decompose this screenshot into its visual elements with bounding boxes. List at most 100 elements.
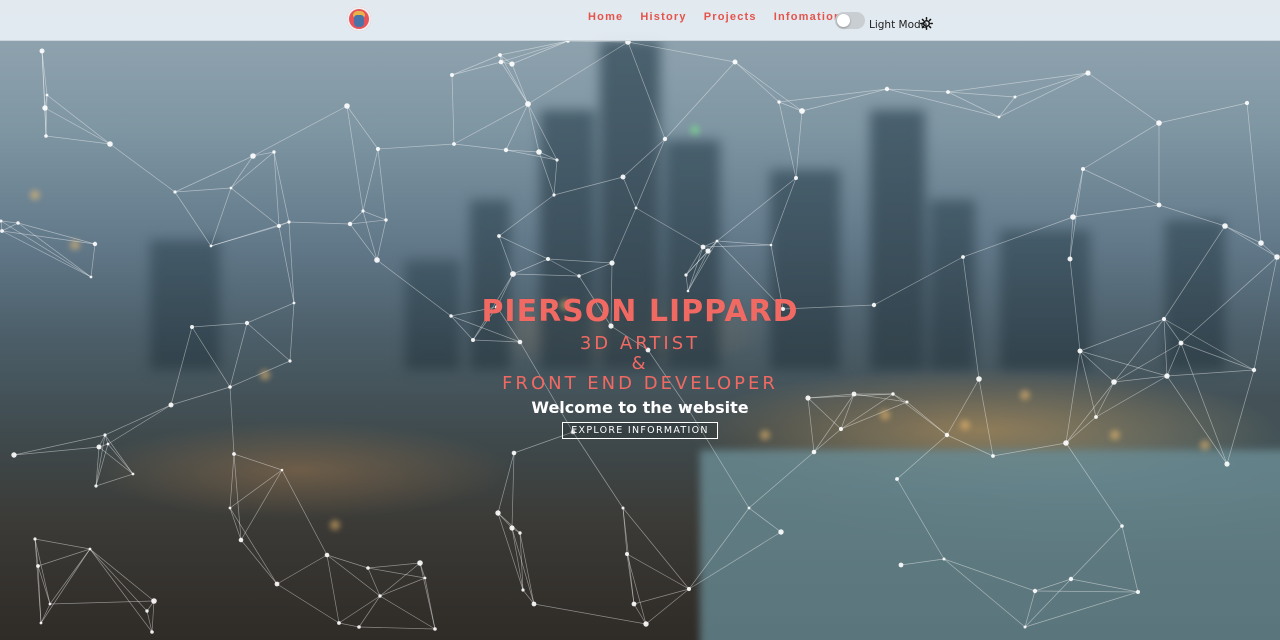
- network-link: [547, 258, 580, 277]
- network-node: [375, 146, 381, 152]
- network-link: [174, 191, 212, 247]
- network-link: [240, 539, 278, 585]
- network-node: [145, 609, 149, 613]
- network-link: [778, 101, 797, 179]
- network-link: [962, 216, 1074, 258]
- network-link: [578, 262, 613, 277]
- network-node: [173, 190, 177, 194]
- network-node: [684, 273, 688, 277]
- hero-role-ampersand: &: [631, 353, 649, 374]
- network-link: [998, 72, 1089, 118]
- network-link: [1072, 204, 1160, 218]
- network-node: [228, 506, 232, 510]
- network-node: [344, 103, 350, 109]
- network-node: [643, 621, 649, 627]
- network-link: [635, 138, 666, 209]
- network-link: [500, 40, 569, 63]
- network-node: [36, 564, 40, 568]
- nav-home-link[interactable]: Home: [588, 11, 623, 23]
- network-node: [531, 601, 537, 607]
- nav-projects-link[interactable]: Projects: [704, 11, 757, 23]
- network-link: [1087, 72, 1160, 124]
- network-link: [104, 434, 134, 475]
- network-node: [452, 142, 456, 146]
- network-node: [384, 218, 388, 222]
- network-node: [280, 468, 284, 472]
- network-node: [536, 149, 542, 155]
- network-link: [1070, 525, 1123, 580]
- network-link: [635, 207, 704, 248]
- network-link: [37, 548, 91, 567]
- network-node: [732, 59, 738, 65]
- network-link: [896, 478, 945, 560]
- network-link: [633, 588, 690, 605]
- network-node: [0, 229, 4, 233]
- network-link: [626, 553, 647, 625]
- network-node: [662, 136, 668, 142]
- network-link: [252, 105, 348, 157]
- network-node: [686, 586, 692, 592]
- network-node: [45, 93, 49, 97]
- network-link: [281, 469, 328, 556]
- network-node: [621, 506, 625, 510]
- network-link: [1072, 168, 1084, 218]
- network-node: [747, 506, 751, 510]
- nav-history-link[interactable]: History: [640, 11, 686, 23]
- network-link: [107, 443, 134, 475]
- network-link: [90, 243, 96, 278]
- network-link: [1069, 216, 1074, 260]
- network-link: [109, 143, 176, 193]
- network-link: [512, 273, 580, 277]
- network-link: [1, 230, 92, 278]
- network-node: [1013, 95, 1017, 99]
- network-link: [943, 558, 1036, 592]
- toggle-knob: [837, 14, 850, 27]
- network-link: [511, 40, 569, 65]
- network-node: [92, 241, 98, 247]
- network-node: [1224, 461, 1230, 467]
- network-node: [361, 209, 365, 213]
- network-node: [1085, 70, 1091, 76]
- network-link: [547, 258, 613, 264]
- network-link: [451, 74, 455, 145]
- network-link: [230, 187, 280, 227]
- network-node: [884, 86, 890, 92]
- network-node: [495, 510, 501, 516]
- network-link: [801, 88, 888, 112]
- network-node: [324, 552, 330, 558]
- top-navbar: Home History Projects Infomation Light M…: [0, 0, 1280, 41]
- sun-icon[interactable]: [920, 17, 933, 30]
- network-link: [362, 148, 379, 212]
- network-node: [347, 221, 353, 227]
- network-node: [1081, 167, 1085, 171]
- network-link: [338, 595, 381, 624]
- network-node: [946, 90, 950, 94]
- network-link: [326, 554, 381, 597]
- network-link: [748, 451, 815, 509]
- network-link: [622, 176, 637, 209]
- network-link: [688, 507, 750, 590]
- light-mode-toggle[interactable]: [835, 12, 865, 29]
- network-link: [633, 603, 647, 625]
- avatar-logo-icon[interactable]: [347, 7, 371, 31]
- network-link: [451, 61, 502, 76]
- network-node: [238, 537, 244, 543]
- network-link: [947, 72, 1089, 93]
- network-link: [511, 452, 515, 529]
- network-link: [1, 230, 96, 245]
- network-node: [705, 248, 711, 254]
- network-link: [685, 274, 689, 292]
- network-node: [16, 221, 20, 225]
- network-link: [626, 553, 690, 590]
- network-link: [1224, 225, 1278, 258]
- network-node: [1067, 256, 1073, 262]
- nav-information-link[interactable]: Infomation: [774, 11, 842, 23]
- network-node: [700, 244, 706, 250]
- hero-role-front-end-developer: FRONT END DEVELOPER: [502, 373, 778, 394]
- network-link: [1158, 204, 1226, 227]
- network-link: [451, 54, 501, 76]
- network-node: [1023, 625, 1027, 629]
- explore-information-button[interactable]: EXPLORE INFORMATION: [562, 422, 718, 439]
- network-node: [518, 531, 522, 535]
- network-link: [572, 431, 624, 509]
